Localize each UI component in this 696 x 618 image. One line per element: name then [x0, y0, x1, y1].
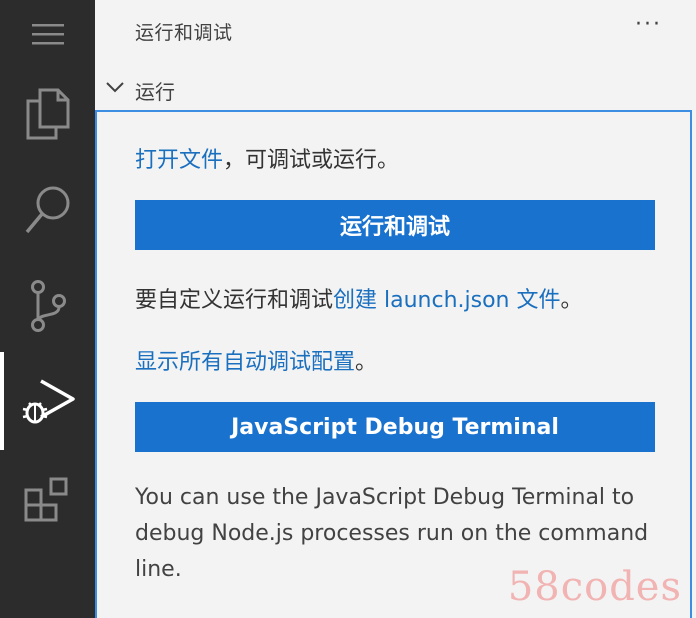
watermark: 58codes: [507, 564, 682, 610]
create-launch-json-link[interactable]: 创建 launch.json 文件: [333, 288, 560, 313]
show-all-configs-link[interactable]: 显示所有自动调试配置: [135, 350, 355, 375]
menu-button[interactable]: [0, 14, 95, 54]
customize-line: 要自定义运行和调试创建 launch.json 文件。: [135, 282, 583, 314]
extensions-icon: [24, 477, 67, 522]
more-actions-icon[interactable]: ···: [635, 12, 662, 37]
section-header-run[interactable]: 运行: [95, 72, 696, 108]
extensions-button[interactable]: [0, 470, 95, 530]
open-file-link[interactable]: 打开文件: [135, 148, 223, 173]
run-and-debug-button[interactable]: 运行和调试: [135, 200, 655, 250]
search-button[interactable]: [0, 180, 95, 240]
show-all-end: 。: [355, 350, 378, 375]
panel-title: 运行和调试: [135, 22, 233, 44]
customize-end: 。: [560, 288, 583, 313]
open-file-line: 打开文件，可调试或运行。: [135, 142, 399, 174]
explorer-files-icon: [26, 88, 69, 140]
section-label: 运行: [135, 80, 175, 104]
menu-icon: [31, 24, 64, 45]
source-control-button[interactable]: [0, 276, 95, 336]
activity-bar: [0, 0, 95, 618]
customize-text: 要自定义运行和调试: [135, 288, 334, 313]
js-debug-terminal-button[interactable]: JavaScript Debug Terminal: [135, 402, 655, 452]
explorer-button[interactable]: [0, 82, 95, 146]
run-debug-panel: 运行和调试 ··· 运行 打开文件，可调试或运行。 运行和调试 要自定义运行和调…: [95, 0, 696, 618]
vscode-window: 运行和调试 ··· 运行 打开文件，可调试或运行。 运行和调试 要自定义运行和调…: [0, 0, 696, 618]
section-body: 打开文件，可调试或运行。 运行和调试 要自定义运行和调试创建 launch.js…: [95, 110, 692, 618]
search-icon: [25, 186, 69, 234]
run-debug-icon: [22, 379, 75, 424]
show-all-line: 显示所有自动调试配置。: [135, 344, 377, 376]
chevron-down-icon: [106, 82, 124, 93]
run-debug-button-nav[interactable]: [0, 372, 95, 432]
open-file-rest: ，可调试或运行。: [223, 148, 400, 173]
source-control-icon: [30, 280, 66, 332]
